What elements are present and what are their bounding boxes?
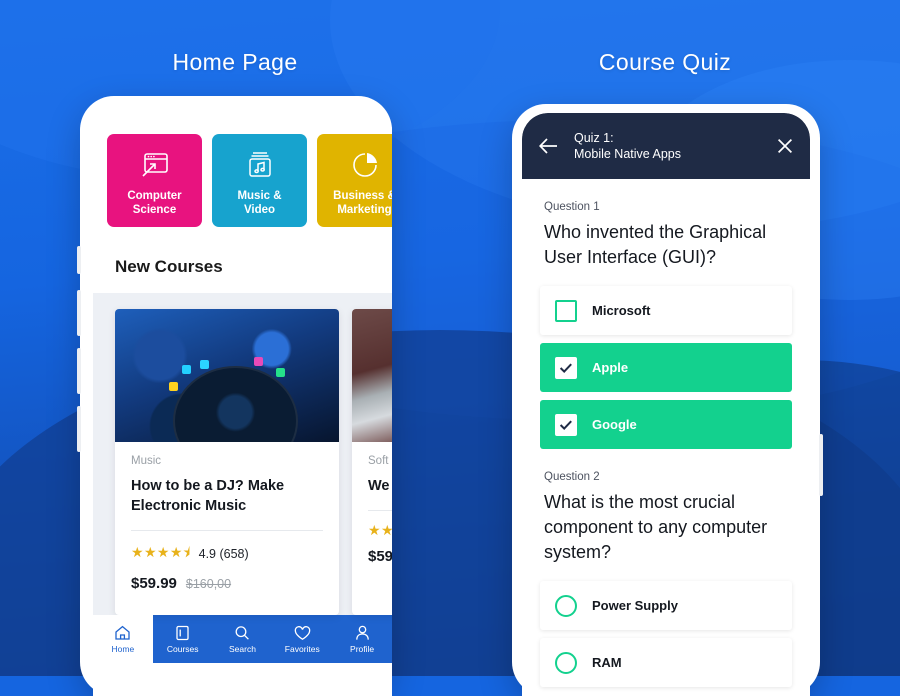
section-title-new-courses: New Courses	[93, 227, 392, 293]
radio-button-icon[interactable]	[555, 594, 577, 617]
category-card-business-marketing[interactable]: Business & Marketing	[317, 134, 392, 227]
home-screen: Computer Science Music & Video Business …	[93, 107, 392, 696]
course-card[interactable]: Soft We Tra ★★ $59	[352, 309, 392, 615]
home-icon	[114, 625, 131, 642]
star-rating-icon: ★★	[368, 522, 392, 538]
course-title: We Tra	[368, 478, 392, 494]
checkbox-checked-icon[interactable]	[555, 413, 577, 436]
quiz-title-line1: Quiz 1:	[574, 131, 614, 145]
course-thumbnail	[352, 309, 392, 442]
nav-item-courses[interactable]: Courses	[153, 615, 213, 663]
quiz-title: Quiz 1: Mobile Native Apps	[574, 130, 762, 162]
nav-item-search[interactable]: Search	[213, 615, 273, 663]
nav-item-home[interactable]: Home	[93, 615, 153, 663]
category-card-computer-science[interactable]: Computer Science	[107, 134, 202, 227]
category-row: Computer Science Music & Video Business …	[93, 107, 392, 227]
category-label: Computer Science	[127, 190, 182, 216]
answer-option-ram[interactable]: RAM	[540, 638, 792, 687]
course-price-current: $59.99	[131, 575, 177, 592]
checkbox-icon[interactable]	[555, 299, 577, 322]
course-category: Music	[131, 455, 162, 467]
course-rating-value: 4.9 (658)	[198, 547, 249, 561]
quiz-phone-frame: Quiz 1: Mobile Native Apps Question 1 Wh…	[512, 104, 823, 696]
phone-volume-up-button[interactable]	[77, 290, 81, 336]
nav-label: Home	[111, 643, 135, 654]
answer-options: Microsoft Apple Google	[522, 270, 810, 449]
answer-option-label: Power Supply	[592, 598, 678, 613]
answer-option-google[interactable]: Google	[540, 400, 792, 449]
question-label: Question 2	[544, 471, 600, 483]
course-rating-row: ★★★★⯨ 4.9 (658)	[131, 542, 323, 566]
course-rating-row: ★★	[368, 522, 392, 539]
answer-option-power-supply[interactable]: Power Supply	[540, 581, 792, 630]
quiz-header: Quiz 1: Mobile Native Apps	[522, 113, 810, 179]
category-label: Music & Video	[237, 190, 282, 216]
quiz-title-line2: Mobile Native Apps	[574, 147, 682, 161]
course-list[interactable]: Music How to be a DJ? Make Electronic Mu…	[93, 293, 392, 615]
answer-option-label: Apple	[592, 360, 629, 375]
category-label: Business & Marketing	[333, 190, 392, 216]
search-icon	[234, 625, 250, 642]
course-price-row: $59	[368, 548, 392, 565]
star-rating-icon: ★★★★⯨	[131, 544, 191, 560]
course-category: Soft	[368, 455, 389, 467]
radio-button-icon[interactable]	[555, 651, 577, 674]
question-text: What is the most crucial component to an…	[544, 492, 768, 562]
music-album-icon	[247, 148, 273, 182]
answer-option-label: Google	[592, 417, 637, 432]
course-info: Music How to be a DJ? Make Electronic Mu…	[115, 442, 339, 592]
course-info: Soft We Tra ★★ $59	[352, 442, 392, 565]
nav-label: Favorites	[284, 643, 320, 654]
course-price-current: $59	[368, 548, 392, 565]
nav-item-profile[interactable]: Profile	[332, 615, 392, 663]
course-title: How to be a DJ? Make Electronic Music	[131, 478, 285, 514]
question-block: Question 2 What is the most crucial comp…	[522, 449, 810, 687]
answer-option-microsoft[interactable]: Microsoft	[540, 286, 792, 335]
answer-option-label: Microsoft	[592, 303, 651, 318]
question-label: Question 1	[544, 201, 600, 213]
nav-item-favorites[interactable]: Favorites	[272, 615, 332, 663]
course-card[interactable]: Music How to be a DJ? Make Electronic Mu…	[115, 309, 339, 615]
book-icon	[175, 625, 190, 642]
nav-label: Profile	[350, 643, 375, 654]
pie-chart-icon	[351, 148, 379, 182]
answer-options: Power Supply RAM	[522, 565, 810, 687]
quiz-body: Question 1 Who invented the Graphical Us…	[522, 179, 810, 696]
divider	[131, 530, 323, 531]
course-price-original: $160,00	[185, 577, 232, 591]
quiz-panel-title: Course Quiz	[598, 49, 732, 75]
question-text: Who invented the Graphical User Interfac…	[544, 222, 767, 267]
answer-option-apple[interactable]: Apple	[540, 343, 792, 392]
phone-side-button[interactable]	[77, 246, 81, 274]
close-icon[interactable]	[776, 137, 794, 155]
course-price-row: $59.99 $160,00	[131, 575, 323, 592]
checkbox-checked-icon[interactable]	[555, 356, 577, 379]
category-card-music-video[interactable]: Music & Video	[212, 134, 307, 227]
nav-label: Courses	[166, 643, 199, 654]
course-thumbnail	[115, 309, 339, 442]
home-phone-frame: Computer Science Music & Video Business …	[77, 96, 392, 696]
heart-icon	[294, 625, 311, 642]
question-block: Question 1 Who invented the Graphical Us…	[522, 179, 810, 449]
answer-option-label: RAM	[592, 655, 622, 670]
back-arrow-icon[interactable]	[538, 137, 560, 155]
browser-window-arrow-icon	[141, 148, 169, 182]
bottom-navigation[interactable]: Home Courses Search Favorites Profile	[93, 615, 392, 663]
phone-power-button[interactable]	[819, 434, 823, 496]
home-panel-title: Home Page	[172, 49, 298, 75]
quiz-screen: Quiz 1: Mobile Native Apps Question 1 Wh…	[522, 113, 810, 696]
divider	[368, 510, 392, 511]
phone-power-button[interactable]	[77, 406, 81, 452]
phone-volume-down-button[interactable]	[77, 348, 81, 394]
nav-label: Search	[229, 643, 256, 654]
person-icon	[355, 625, 370, 642]
